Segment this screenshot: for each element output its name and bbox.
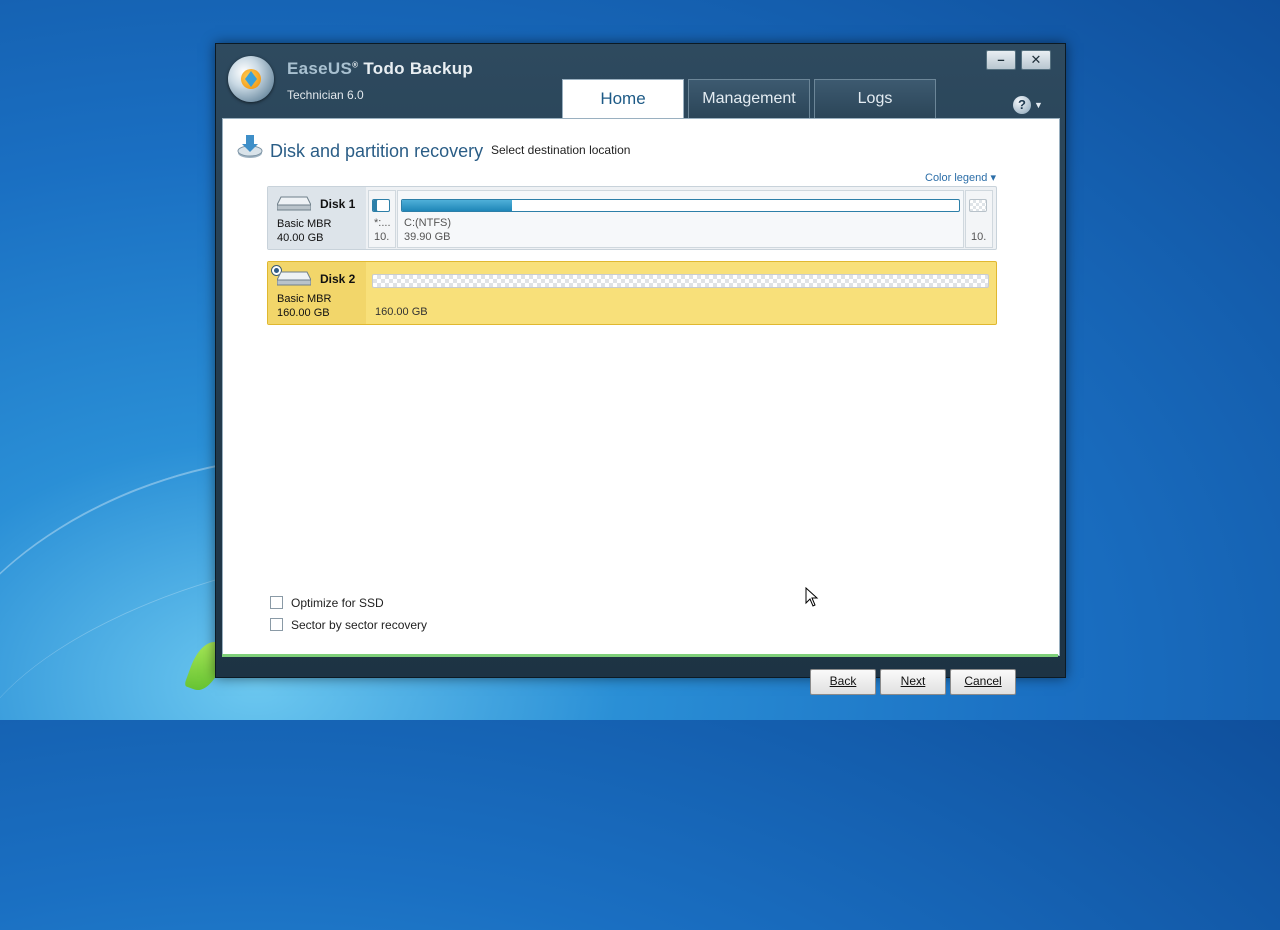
tab-management[interactable]: Management xyxy=(688,79,810,118)
disk-type: Basic MBR xyxy=(277,293,332,305)
partition-usage-fill xyxy=(402,200,512,211)
tab-home[interactable]: Home xyxy=(562,79,684,120)
partition-size: 39.90 GB xyxy=(404,231,451,243)
app-title: EaseUS® Todo Backup xyxy=(287,59,473,79)
optimize-ssd-label: Optimize for SSD xyxy=(291,596,384,610)
cancel-button[interactable]: Cancel xyxy=(950,669,1016,695)
disk-name: Disk 1 xyxy=(320,197,356,211)
content-panel: Disk and partition recovery Select desti… xyxy=(222,118,1060,695)
disk-name: Disk 2 xyxy=(320,272,356,286)
partition-usage-bar xyxy=(969,199,987,212)
optimize-ssd-checkbox[interactable] xyxy=(270,596,283,609)
next-button[interactable]: Next xyxy=(880,669,946,695)
mouse-cursor-icon xyxy=(805,587,819,607)
partition-usage-bar xyxy=(372,199,390,212)
tab-logs[interactable]: Logs xyxy=(814,79,936,118)
app-product: Todo Backup xyxy=(363,59,474,78)
help-icon[interactable]: ? xyxy=(1013,96,1031,114)
partition-unallocated[interactable]: 10. xyxy=(965,190,993,248)
page-title: Disk and partition recovery xyxy=(270,141,484,161)
sector-recovery-checkbox[interactable] xyxy=(270,618,283,631)
status-strip xyxy=(222,654,1058,657)
hard-disk-icon xyxy=(277,271,311,286)
color-legend-link[interactable]: Color legend ▾ xyxy=(925,171,996,184)
disk-row-1[interactable]: Disk 1 Basic MBR 40.00 GB *:... 10. C:(N… xyxy=(267,186,997,250)
disk-info: Disk 1 Basic MBR 40.00 GB xyxy=(268,187,366,249)
partition-c-ntfs[interactable]: C:(NTFS) 39.90 GB xyxy=(397,190,964,248)
easeus-logo-icon xyxy=(228,56,274,102)
partition-label: *:... xyxy=(374,217,391,229)
page-subtitle: Select destination location xyxy=(491,143,631,157)
disk-recovery-icon xyxy=(237,135,263,158)
partition-system-reserved[interactable]: *:... 10. xyxy=(368,190,396,248)
disk-info: Disk 2 Basic MBR 160.00 GB xyxy=(268,262,366,324)
unallocated-space-bar[interactable] xyxy=(372,274,989,288)
minimize-button[interactable]: – xyxy=(986,50,1016,70)
disk-row-2[interactable]: Disk 2 Basic MBR 160.00 GB 160.00 GB xyxy=(267,261,997,325)
partition-label: C:(NTFS) xyxy=(404,217,452,229)
help-dropdown-caret-icon[interactable]: ▼ xyxy=(1034,100,1043,110)
chevron-down-icon: ▾ xyxy=(990,172,996,184)
back-button[interactable]: Back xyxy=(810,669,876,695)
disk-size: 160.00 GB xyxy=(277,307,330,319)
sector-recovery-option[interactable]: Sector by sector recovery xyxy=(270,618,427,632)
sector-recovery-label: Sector by sector recovery xyxy=(291,618,428,632)
partition-usage-bar xyxy=(401,199,960,212)
app-brand: EaseUS® xyxy=(287,59,359,78)
disk-size: 40.00 GB xyxy=(277,232,324,244)
optimize-ssd-option[interactable]: Optimize for SSD xyxy=(270,596,384,610)
app-window: EaseUS® Todo Backup Technician 6.0 – ✕ H… xyxy=(215,43,1066,695)
app-edition: Technician 6.0 xyxy=(287,88,364,102)
close-button[interactable]: ✕ xyxy=(1021,50,1051,70)
color-legend-label: Color legend xyxy=(925,172,988,184)
partition-size: 10. xyxy=(374,231,390,243)
unallocated-size: 160.00 GB xyxy=(375,306,428,318)
disk-type: Basic MBR xyxy=(277,218,332,230)
hard-disk-icon xyxy=(277,196,311,211)
partition-size: 10. xyxy=(971,231,987,243)
